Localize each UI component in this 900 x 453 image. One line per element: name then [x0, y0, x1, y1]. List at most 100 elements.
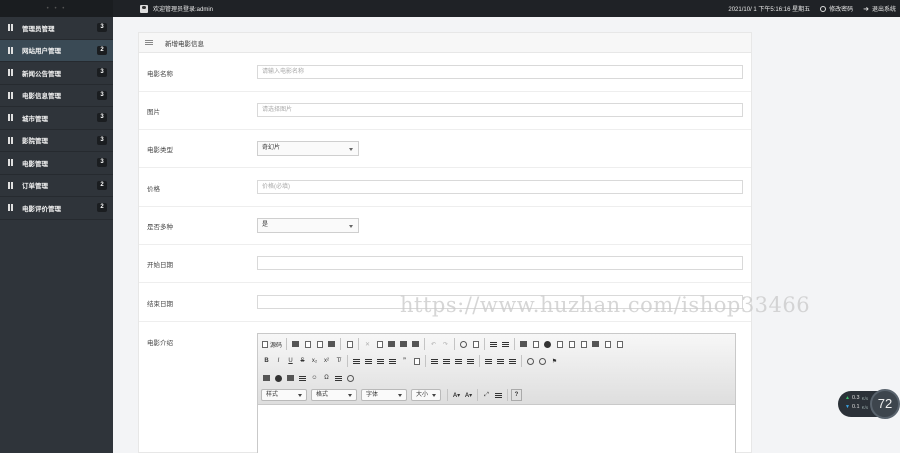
copy-icon[interactable] — [374, 338, 385, 350]
select-field-icon[interactable] — [578, 338, 589, 350]
logo-dots: • • • — [46, 5, 67, 12]
templates-icon[interactable] — [344, 338, 355, 350]
bulleted-list-icon[interactable] — [363, 355, 374, 367]
image-input[interactable]: 请选择图片 — [257, 103, 743, 117]
paste-word-icon[interactable] — [410, 338, 421, 350]
find-icon[interactable] — [458, 338, 469, 350]
iframe-icon[interactable] — [345, 372, 356, 384]
maximize-icon[interactable]: ⤢ — [481, 389, 492, 401]
justify-icon[interactable] — [465, 355, 476, 367]
align-center-icon[interactable] — [441, 355, 452, 367]
radio-icon[interactable] — [542, 338, 553, 350]
format-dropdown[interactable]: 格式 — [311, 389, 357, 401]
italic-icon[interactable]: I — [273, 355, 284, 367]
textarea-icon[interactable] — [566, 338, 577, 350]
multi-select[interactable]: 是 — [257, 218, 359, 233]
strikethrough-icon[interactable]: S — [297, 355, 308, 367]
datetime: 2021/10/ 1 下午5:16:16 星期五 — [728, 7, 811, 13]
sidebar: 管理员管理 3 网站用户管理 2 新闻公告管理 3 电影信息管理 3 城市管理 … — [0, 17, 113, 453]
outdent-icon[interactable] — [375, 355, 386, 367]
upload-arrow-icon: ▲ — [845, 395, 850, 401]
source-button[interactable]: 源码 — [261, 338, 283, 350]
special-char-icon[interactable]: Ω — [321, 372, 332, 384]
row-price: 价格 价格(必填) — [139, 168, 751, 207]
blockquote-icon[interactable]: ” — [399, 355, 410, 367]
unlink-icon[interactable] — [537, 355, 548, 367]
sidebar-item-orders[interactable]: 订单管理 2 — [0, 175, 113, 197]
align-right-icon[interactable] — [453, 355, 464, 367]
change-password-link[interactable]: 修改密码 — [820, 4, 853, 13]
price-input[interactable]: 价格(必填) — [257, 180, 743, 194]
subscript-icon[interactable]: x₂ — [309, 355, 320, 367]
image-icon[interactable] — [261, 372, 272, 384]
background-color-icon[interactable]: A▾ — [463, 389, 474, 401]
smiley-icon[interactable]: ☺ — [309, 372, 320, 384]
logout-link[interactable]: ➜ 退出系统 — [863, 4, 896, 14]
anchor-flag-icon[interactable]: ⚑ — [549, 355, 560, 367]
flash-icon[interactable] — [273, 372, 284, 384]
change-password-label: 修改密码 — [829, 7, 854, 13]
print-icon[interactable] — [326, 338, 337, 350]
button-field-icon[interactable] — [590, 338, 601, 350]
count-badge: 2 — [97, 203, 107, 212]
horizontal-line-icon[interactable] — [297, 372, 308, 384]
sidebar-item-news[interactable]: 新闻公告管理 3 — [0, 62, 113, 85]
font-dropdown[interactable]: 字体 — [361, 389, 407, 401]
numbered-list-icon[interactable] — [351, 355, 362, 367]
sidebar-item-reviews[interactable]: 电影评价管理 2 — [0, 197, 113, 220]
start-date-input[interactable] — [257, 256, 743, 270]
welcome-text: 欢迎管理员登录:admin — [153, 7, 214, 13]
sidebar-item-admin[interactable]: 管理员管理 3 — [0, 17, 113, 40]
toolbar-row-2: B I U S x₂ x² T̸ ” ⚑ — [261, 353, 732, 369]
indent-icon[interactable] — [387, 355, 398, 367]
form-icon[interactable] — [518, 338, 529, 350]
sidebar-item-city[interactable]: 城市管理 3 — [0, 107, 113, 130]
superscript-icon[interactable]: x² — [321, 355, 332, 367]
sidebar-item-movie-info[interactable]: 电影信息管理 3 — [0, 85, 113, 107]
underline-icon[interactable]: U — [285, 355, 296, 367]
replace-icon[interactable] — [470, 338, 481, 350]
textfield-icon[interactable] — [554, 338, 565, 350]
image-button-icon[interactable] — [602, 338, 613, 350]
link-icon[interactable] — [525, 355, 536, 367]
redo-icon[interactable]: ↷ — [440, 338, 451, 350]
help-button[interactable]: ? — [511, 389, 522, 401]
editor-content-area[interactable] — [258, 405, 735, 453]
sidebar-item-users[interactable]: 网站用户管理 2 — [0, 39, 113, 62]
toolbar-separator — [347, 355, 348, 367]
paste-icon[interactable] — [386, 338, 397, 350]
movie-name-input[interactable]: 请输入电影名称 — [257, 65, 743, 79]
table-icon[interactable] — [285, 372, 296, 384]
sidebar-item-cinema[interactable]: 影院管理 3 — [0, 130, 113, 152]
undo-icon[interactable]: ↶ — [428, 338, 439, 350]
select-all-icon[interactable] — [488, 338, 499, 350]
save-icon[interactable] — [290, 338, 301, 350]
menu-icon — [8, 69, 14, 77]
toolbar-separator — [479, 355, 480, 367]
div-container-icon[interactable] — [411, 355, 422, 367]
hidden-field-icon[interactable] — [614, 338, 625, 350]
page-break-icon[interactable] — [333, 372, 344, 384]
language-icon[interactable] — [507, 355, 518, 367]
row-movie-type: 电影类型 奇幻片 — [139, 130, 751, 168]
label-start-date: 开始日期 — [147, 262, 173, 269]
rtl-icon[interactable] — [495, 355, 506, 367]
bold-icon[interactable]: B — [261, 355, 272, 367]
spellcheck-icon[interactable] — [500, 338, 511, 350]
paste-text-icon[interactable] — [398, 338, 409, 350]
cut-icon[interactable]: ✕ — [362, 338, 373, 350]
toolbar-separator — [477, 389, 478, 401]
checkbox-icon[interactable] — [530, 338, 541, 350]
text-color-icon[interactable]: A▾ — [451, 389, 462, 401]
size-dropdown[interactable]: 大小 — [411, 389, 441, 401]
align-left-icon[interactable] — [429, 355, 440, 367]
usage-dial[interactable]: 72 — [870, 389, 900, 419]
styles-dropdown[interactable]: 样式 — [261, 389, 307, 401]
remove-format-icon[interactable]: T̸ — [333, 355, 344, 367]
movie-type-select[interactable]: 奇幻片 — [257, 141, 359, 156]
ltr-icon[interactable] — [483, 355, 494, 367]
sidebar-item-movie[interactable]: 电影管理 3 — [0, 152, 113, 175]
show-blocks-icon[interactable] — [493, 389, 504, 401]
new-page-icon[interactable] — [302, 338, 313, 350]
preview-icon[interactable] — [314, 338, 325, 350]
